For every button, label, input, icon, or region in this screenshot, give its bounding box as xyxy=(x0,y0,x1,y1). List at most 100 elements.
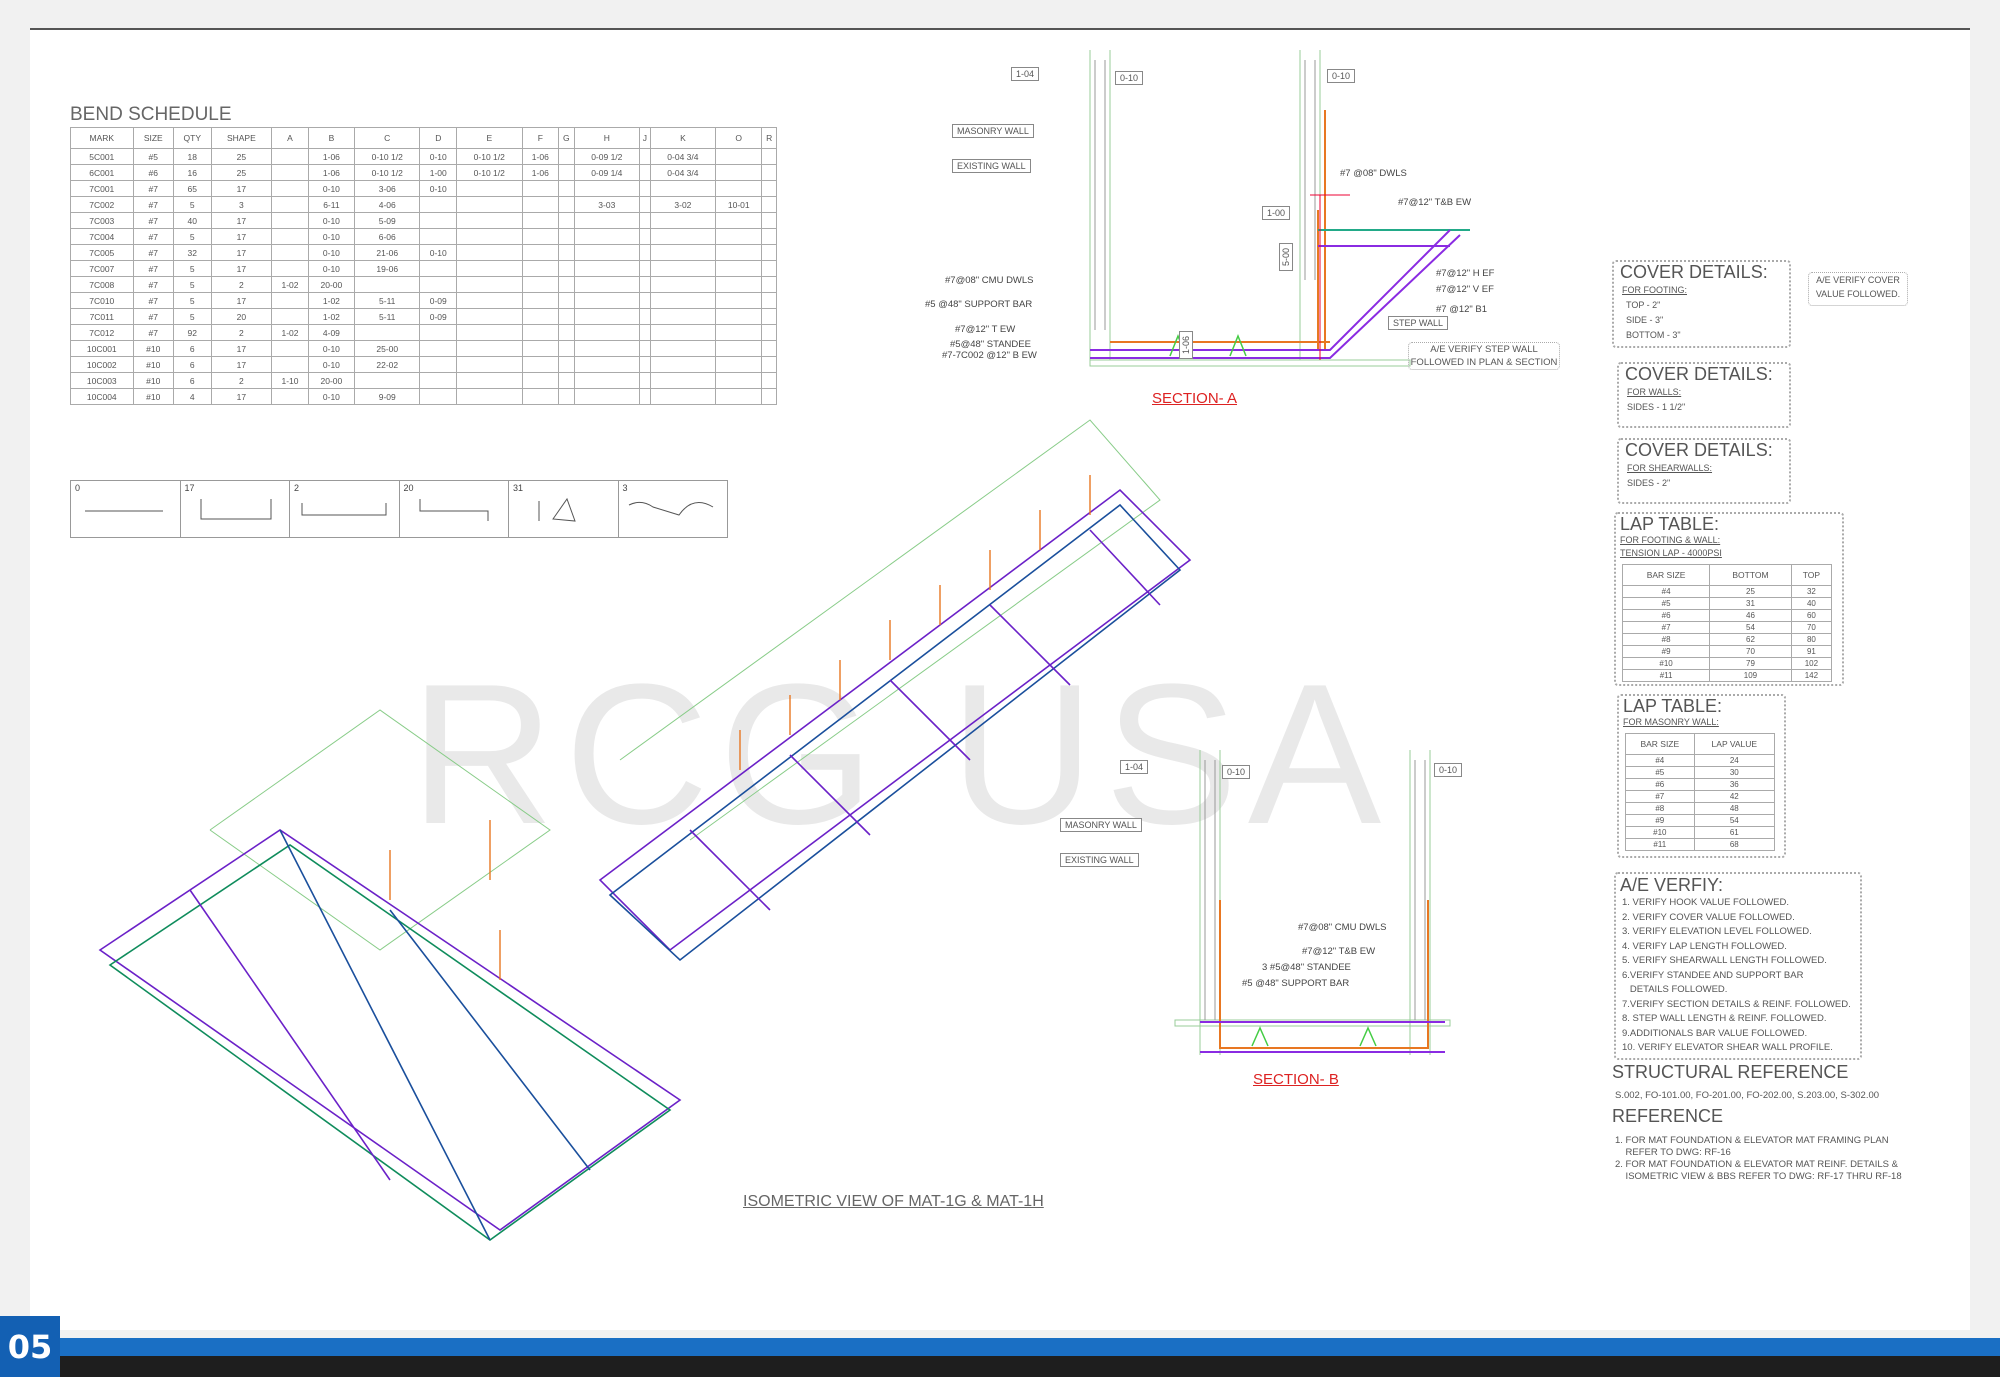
bend-schedule-cell xyxy=(419,372,458,389)
bend-schedule-cell xyxy=(558,244,575,261)
ae-verify-item: 6.VERIFY STANDEE AND SUPPORT BAR xyxy=(1622,969,1804,981)
bend-schedule-cell xyxy=(456,228,523,245)
lap-table-cell: #7 xyxy=(1625,790,1695,803)
lap-table-cell: #11 xyxy=(1621,669,1711,682)
bend-schedule-cell: 10C003 xyxy=(70,372,134,389)
bend-schedule-cell xyxy=(761,292,777,309)
bend-schedule-cell: 25 xyxy=(210,148,273,165)
bend-schedule-header: G xyxy=(558,127,575,149)
bend-schedule-cell: #7 xyxy=(132,212,175,229)
bend-schedule-cell: 5 xyxy=(173,196,212,213)
bend-schedule-cell: 20-00 xyxy=(307,276,356,293)
bend-schedule-cell: 25 xyxy=(210,164,273,181)
bend-schedule-cell xyxy=(649,388,717,405)
table-row: 5C001 #5 18 25 1-06 0-10 1/2 0-10 0-10 1/2 1-06 0… xyxy=(70,148,777,165)
bend-schedule-header: R xyxy=(761,127,777,149)
footer-bar-dark xyxy=(0,1356,2000,1377)
bend-schedule-cell: #7 xyxy=(132,244,175,261)
bend-schedule-cell: 0-10 xyxy=(307,260,356,277)
bend-schedule-cell xyxy=(573,180,641,197)
bend-schedule-cell xyxy=(271,388,309,405)
table-row: 6C001 #6 16 25 1-06 0-10 1/2 1-00 0-10 1/2 1-06 0… xyxy=(70,164,777,181)
bend-schedule-cell: 5-09 xyxy=(354,212,421,229)
lap-table-cell: 40 xyxy=(1790,597,1833,610)
lap-table-cell: 142 xyxy=(1790,669,1833,682)
bend-schedule-cell: 0-10 xyxy=(307,228,356,245)
bend-schedule-cell xyxy=(271,308,309,325)
bend-schedule-cell xyxy=(639,308,651,325)
bend-schedule-cell xyxy=(573,260,641,277)
table-row: 10C002 #10 6 17 0-10 22-02 xyxy=(70,356,777,373)
bend-schedule-cell xyxy=(456,372,523,389)
bend-schedule-cell xyxy=(639,372,651,389)
bend-schedule-cell: 0-10 xyxy=(307,244,356,261)
bend-schedule-cell xyxy=(271,356,309,373)
section-b-title: SECTION- B xyxy=(1253,1071,1339,1088)
bend-schedule-cell: 6C001 xyxy=(70,164,134,181)
bend-schedule-cell xyxy=(649,340,717,357)
bend-schedule-cell: 10C004 xyxy=(70,388,134,405)
lap-table-cell: 42 xyxy=(1693,790,1776,803)
table-row: #5 31 40 xyxy=(1621,597,1833,610)
bend-schedule-cell xyxy=(715,292,763,309)
lap-table-cell: 46 xyxy=(1709,609,1792,622)
footer-bar xyxy=(0,1338,2000,1356)
table-row: 10C003 #10 6 2 1-10 20-00 xyxy=(70,372,777,389)
table-row: 10C001 #10 6 17 0-10 25-00 xyxy=(70,340,777,357)
bend-schedule-cell: #5 xyxy=(132,148,175,165)
bend-schedule-cell xyxy=(419,260,458,277)
bend-schedule-cell: #10 xyxy=(132,356,175,373)
bend-schedule-cell xyxy=(761,324,777,341)
bend-schedule-cell xyxy=(456,212,523,229)
bend-schedule-cell xyxy=(573,212,641,229)
lap-table-cell: 68 xyxy=(1693,838,1776,851)
bend-schedule-cell xyxy=(715,388,763,405)
section-b-dim: 0-10 xyxy=(1434,763,1463,777)
bend-schedule-cell xyxy=(715,164,763,181)
bend-schedule-cell xyxy=(558,356,575,373)
bend-schedule-cell: 0-10 xyxy=(419,180,458,197)
bend-schedule-cell xyxy=(419,212,458,229)
bend-schedule-cell xyxy=(761,308,777,325)
bend-schedule-cell xyxy=(521,212,560,229)
bend-schedule-cell: 0-10 xyxy=(419,148,458,165)
bend-schedule-cell xyxy=(761,228,777,245)
bend-schedule-cell xyxy=(558,276,575,293)
bend-schedule-cell xyxy=(639,324,651,341)
bend-schedule-cell xyxy=(521,196,560,213)
section-a-label: #7-7C002 @12" B EW xyxy=(942,350,1037,361)
reference-item: REFER TO DWG: RF-16 xyxy=(1615,1147,1731,1158)
bend-schedule-cell xyxy=(456,260,523,277)
bend-schedule-cell xyxy=(715,228,763,245)
bend-schedule-cell: #10 xyxy=(132,388,175,405)
lap-table-cell: 70 xyxy=(1790,621,1833,634)
lap-table-cell: #6 xyxy=(1621,609,1711,622)
bend-schedule-cell: 5 xyxy=(173,292,212,309)
bend-schedule-cell xyxy=(354,324,421,341)
bend-schedule-header: SHAPE xyxy=(210,127,273,149)
table-row: 7C002 #7 5 3 6-11 4-06 3-03 3-02 10-01 xyxy=(70,196,777,213)
table-row: #4 24 xyxy=(1625,754,1776,767)
bend-schedule-cell: 0-10 1/2 xyxy=(456,164,523,181)
lap-table-cell: 102 xyxy=(1790,657,1833,670)
bend-schedule-cell xyxy=(558,372,575,389)
lap-table-cell: #11 xyxy=(1625,838,1695,851)
bend-schedule-cell: 5C001 xyxy=(70,148,134,165)
lap-table-cell: 109 xyxy=(1709,669,1792,682)
bend-schedule-cell xyxy=(649,276,717,293)
bend-schedule-cell xyxy=(521,260,560,277)
ae-verify-item: 7.VERIFY SECTION DETAILS & REINF. FOLLOW… xyxy=(1622,998,1851,1010)
section-a-note: A/E VERIFY STEP WALL FOLLOWED IN PLAN & … xyxy=(1408,342,1560,370)
bend-schedule-cell: 0-10 xyxy=(307,356,356,373)
bend-schedule-cell xyxy=(715,276,763,293)
bend-schedule-cell: 17 xyxy=(210,228,273,245)
bend-schedule-header: SIZE xyxy=(132,127,175,149)
bend-schedule-cell xyxy=(419,324,458,341)
bend-schedule-cell xyxy=(573,244,641,261)
bend-schedule-cell: 0-10 1/2 xyxy=(354,164,421,181)
ae-verify-item: 8. STEP WALL LENGTH & REINF. FOLLOWED. xyxy=(1622,1013,1827,1024)
bend-schedule-cell xyxy=(761,244,777,261)
bend-schedule-cell xyxy=(456,292,523,309)
bend-schedule-cell xyxy=(639,388,651,405)
cover-details-walls: COVER DETAILS: FOR WALLS: SIDES - 1 1/2" xyxy=(1617,362,1791,428)
